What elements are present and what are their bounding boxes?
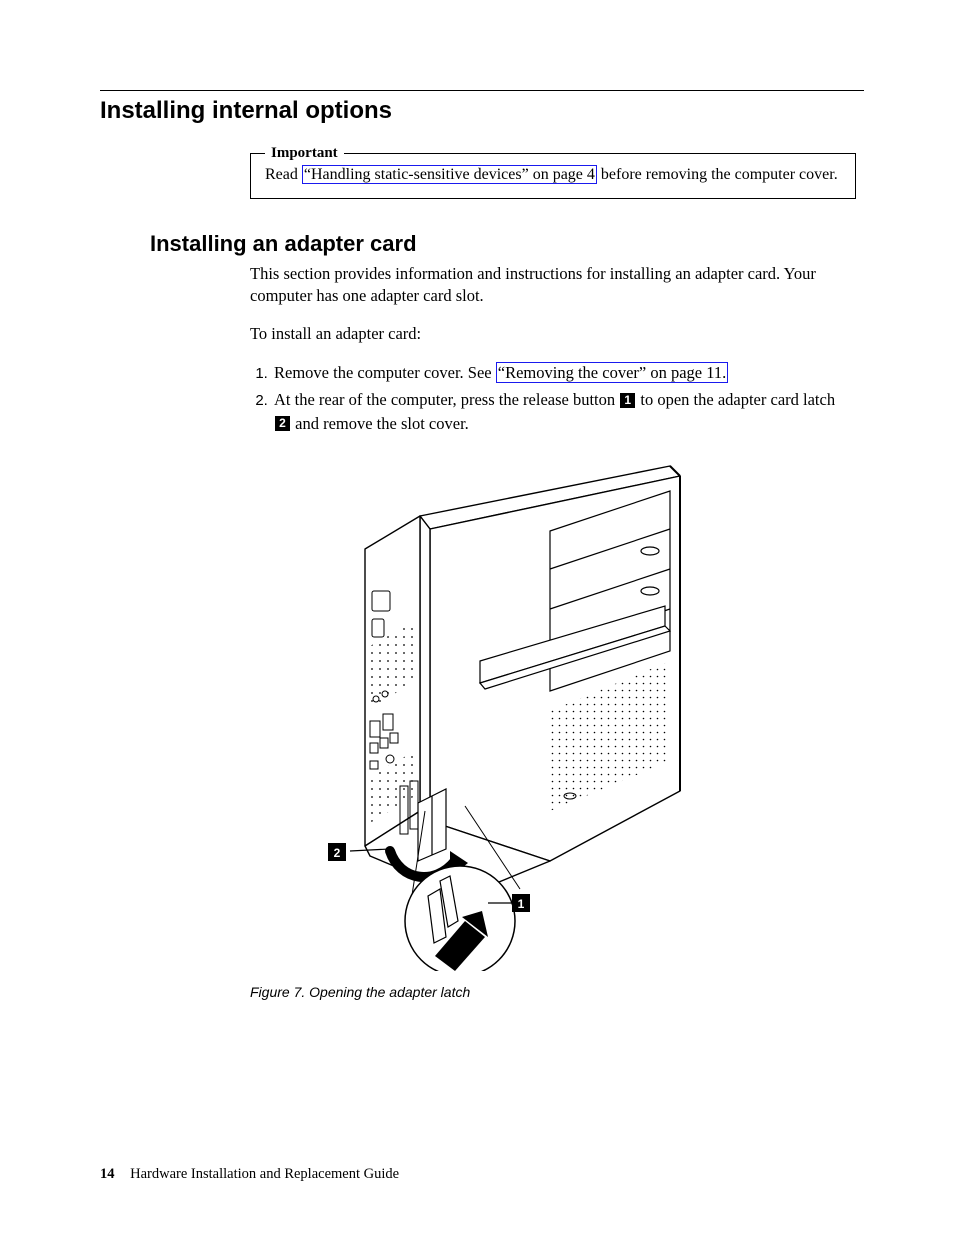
figure-label-1: 1 [518, 897, 525, 911]
figure-label-2: 2 [334, 846, 341, 860]
callout-text-after: before removing the computer cover. [597, 166, 838, 183]
step-2-seg-0: At the rear of the computer, press the r… [274, 390, 619, 409]
callout-number-1-icon: 1 [620, 393, 635, 408]
step-2-seg-4: and remove the slot cover. [291, 414, 469, 433]
steps-list: Remove the computer cover. See “Removing… [250, 361, 856, 434]
callout-number-2-icon: 2 [275, 416, 290, 431]
figure-caption: Figure 7. Opening the adapter latch [250, 984, 864, 1000]
document-page: Installing internal options Important Re… [0, 0, 954, 1235]
lead-in: To install an adapter card: [250, 323, 856, 345]
callout-title: Important [265, 143, 344, 163]
page-number: 14 [100, 1166, 115, 1182]
figure-7: 2 1 Figure 7. Opening the adapter latch [250, 451, 864, 1000]
body-content: This section provides information and in… [250, 263, 856, 435]
top-rule [100, 90, 864, 91]
subsection-heading: Installing an adapter card [100, 231, 864, 257]
step-2: At the rear of the computer, press the r… [272, 388, 856, 434]
computer-chassis-illustration-icon: 2 1 [250, 451, 730, 971]
step-2-seg-2: to open the adapter card latch [636, 390, 835, 409]
step-1-before: Remove the computer cover. See [274, 363, 496, 382]
callout-text-before: Read [265, 166, 302, 183]
section-heading: Installing internal options [100, 97, 864, 125]
step-1: Remove the computer cover. See “Removing… [272, 361, 856, 384]
page-footer: 14 Hardware Installation and Replacement… [100, 1166, 399, 1183]
callout-link[interactable]: “Handling static-sensitive devices” on p… [302, 165, 597, 184]
intro-paragraph: This section provides information and in… [250, 263, 856, 308]
important-callout: Important Read “Handling static-sensitiv… [250, 153, 856, 199]
step-1-link[interactable]: “Removing the cover” on page 11. [496, 362, 728, 383]
book-title: Hardware Installation and Replacement Gu… [130, 1166, 399, 1182]
